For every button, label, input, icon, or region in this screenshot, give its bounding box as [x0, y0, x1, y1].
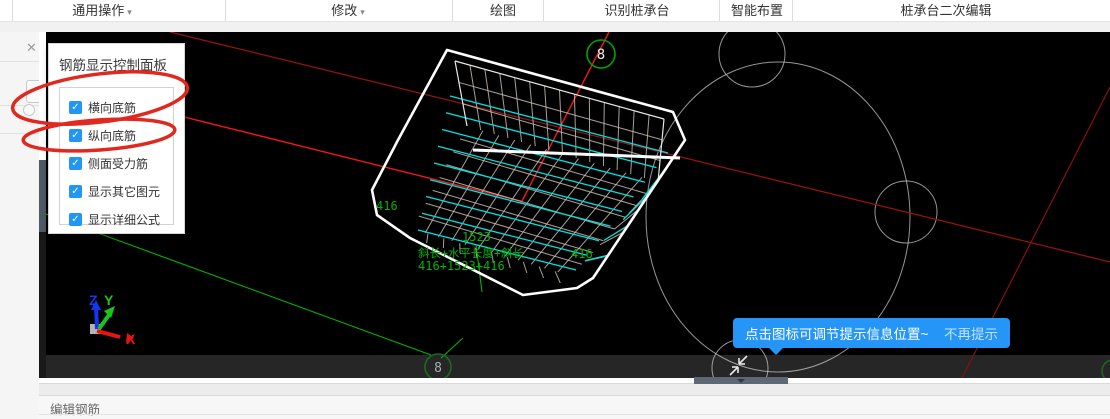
axis-bubble-top-label: 8: [597, 47, 605, 63]
pile-circle: [718, 32, 786, 88]
menu-label: 智能布置: [730, 3, 784, 18]
rebar-mesh: [453, 151, 637, 206]
bottom-rebar-cyan: [425, 195, 600, 242]
checkbox-label: 横向底筋: [88, 100, 137, 115]
tooltip-pointer: [768, 347, 784, 355]
rebar-mesh: [630, 110, 635, 175]
chevron-down-icon: ▾: [360, 7, 365, 17]
rebar-mesh: [538, 266, 545, 279]
menu-label: 绘图: [489, 3, 517, 18]
checkbox-longitudinal-bottom-rebar[interactable]: ✓ 纵向底筋: [69, 121, 173, 149]
menu-common-operations[interactable]: 通用操作 ▾: [72, 1, 132, 22]
menu-identify-pilecap[interactable]: 识别桩承台: [604, 1, 669, 20]
formula-text-line2: 416+1523+416: [418, 259, 505, 273]
rebar-mesh: [522, 261, 528, 274]
checkbox-transverse-bottom-rebar[interactable]: ✓ 横向底筋: [69, 93, 173, 121]
rebar-mesh: [544, 85, 550, 151]
panel-divider: [39, 414, 1110, 415]
scrollbar-thumb[interactable]: [39, 160, 46, 232]
menu-label: 通用操作: [72, 3, 125, 18]
dim-label-left: 416: [376, 199, 398, 213]
toolbar-divider: [543, 0, 544, 21]
checkbox-label: 侧面受力筋: [88, 156, 149, 171]
edit-rebar-title: 编辑钢筋: [50, 403, 101, 417]
close-icon[interactable]: ✕: [26, 41, 37, 54]
application-window: 通用操作 ▾ 修改 ▾ 绘图 识别桩承台 智能布置 桩承台二次编辑 ✕ 416 152…: [0, 0, 1110, 419]
chevron-down-icon: ▾: [127, 7, 132, 17]
rebar-mesh: [573, 94, 577, 159]
toolbar-divider: [452, 0, 453, 21]
dim-label-right: 416: [571, 247, 593, 261]
toolbar-divider: [792, 0, 793, 21]
bottom-panel-header-strip: [39, 383, 1110, 396]
rebar-mesh: [554, 271, 561, 284]
sidebar-divider: [0, 61, 39, 62]
rebar-mesh: [432, 189, 604, 242]
checkbox-checked-icon[interactable]: ✓: [69, 156, 82, 170]
checkbox-checked-icon[interactable]: ✓: [69, 184, 82, 198]
rebar-display-control-panel: 钢筋显示控制面板 ✓ 横向底筋 ✓ 纵向底筋 ✓ 侧面受力筋 ✓ 显示其它图元 …: [48, 43, 185, 234]
checkbox-label: 显示详细公式: [88, 212, 161, 227]
checkbox-checked-icon[interactable]: ✓: [69, 212, 82, 226]
dismiss-hint-button[interactable]: 不再提示: [944, 323, 998, 343]
checkbox-checked-icon[interactable]: ✓: [69, 100, 82, 114]
dim-label-middle: 1523: [462, 230, 491, 244]
viewport-bottom-strip: [46, 355, 1110, 378]
toolbar-substrip: [0, 22, 1110, 32]
triad-x-label: X: [126, 331, 136, 347]
hint-tooltip: 点击图标可调节提示信息位置~ 不再提示: [733, 318, 1010, 355]
edit-rebar-panel: 编辑钢筋: [39, 396, 1110, 419]
triad-z-label: Z: [89, 292, 98, 308]
panel-drag-handle[interactable]: [694, 377, 788, 384]
toolbar-divider: [12, 0, 13, 21]
sidebar-tool-icon[interactable]: [23, 104, 35, 116]
toolbar-divider: [719, 0, 720, 21]
formula-text-line1: 斜长+水平长度+斜长: [418, 246, 524, 260]
vertical-scrollbar[interactable]: [39, 32, 46, 378]
tooltip-text: 点击图标可调节提示信息位置~: [745, 327, 929, 342]
axis-bubble-bottom-label: 8: [434, 361, 442, 376]
checkbox-show-other-elements[interactable]: ✓ 显示其它图元: [69, 177, 173, 205]
bottom-rebar-cyan: [449, 95, 669, 154]
menu-modify[interactable]: 修改 ▾: [331, 1, 365, 22]
ribbon-toolbar: 通用操作 ▾ 修改 ▾ 绘图 识别桩承台 智能布置 桩承台二次编辑: [0, 0, 1110, 22]
menu-label: 修改: [331, 3, 358, 18]
triad-y-label: Y: [104, 292, 114, 308]
checkbox-side-rebar[interactable]: ✓ 侧面受力筋: [69, 149, 173, 177]
rebar-mesh: [616, 106, 620, 171]
menu-label: 桩承台二次编辑: [900, 3, 992, 18]
axis-line-red: [169, 32, 1110, 263]
sidebar-divider: [0, 133, 39, 134]
menu-draw[interactable]: 绘图: [490, 1, 516, 20]
toolbar-divider: [225, 0, 226, 21]
caret-down-icon: [737, 379, 745, 383]
scrollbar-track-dark: [39, 232, 46, 378]
rebar-mesh: [459, 138, 648, 195]
checkbox-group: ✓ 横向底筋 ✓ 纵向底筋 ✓ 侧面受力筋 ✓ 显示其它图元 ✓ 显示详细公式: [59, 87, 174, 227]
checkbox-show-detailed-formula[interactable]: ✓ 显示详细公式: [69, 205, 173, 233]
panel-title: 钢筋显示控制面板: [59, 58, 167, 73]
menu-pilecap-secondary-edit[interactable]: 桩承台二次编辑: [900, 1, 991, 20]
checkbox-checked-icon[interactable]: ✓: [69, 128, 82, 142]
left-sidebar: ✕: [0, 32, 42, 419]
checkbox-label: 显示其它图元: [88, 184, 161, 199]
checkbox-label: 纵向底筋: [88, 128, 137, 143]
menu-smart-layout[interactable]: 智能布置: [731, 1, 783, 20]
menu-label: 识别桩承台: [604, 3, 670, 18]
rebar-mesh: [426, 233, 429, 244]
triad-z-axis: [94, 306, 99, 330]
